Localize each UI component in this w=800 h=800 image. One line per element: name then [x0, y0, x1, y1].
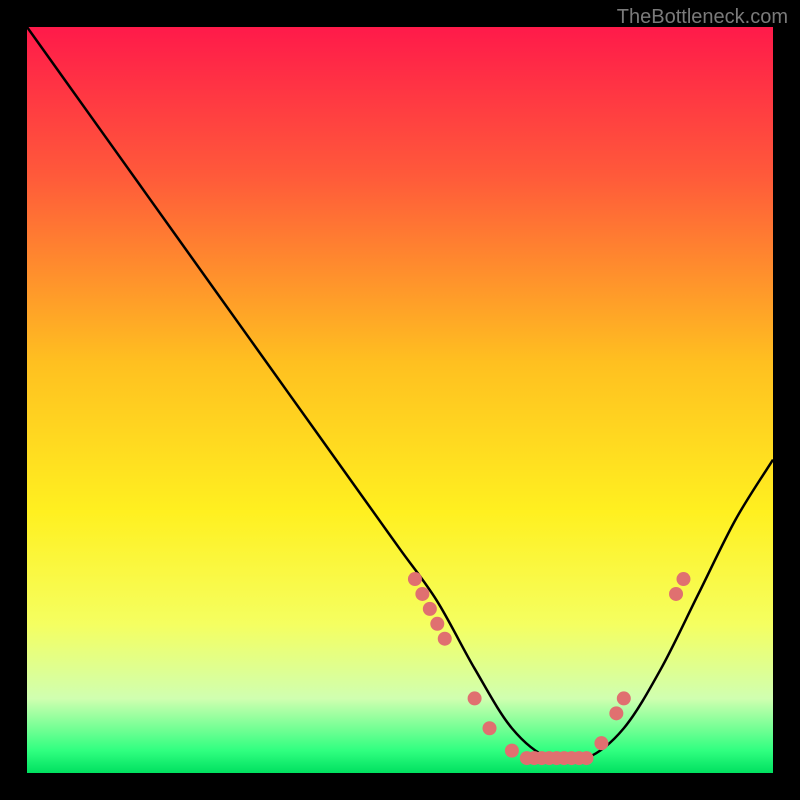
data-marker — [468, 691, 482, 705]
watermark-text: TheBottleneck.com — [617, 6, 788, 29]
bottleneck-curve — [27, 27, 773, 762]
chart-curve-layer — [27, 27, 773, 773]
data-marker — [505, 744, 519, 758]
data-marker — [408, 572, 422, 586]
data-marker — [423, 602, 437, 616]
data-marker — [617, 691, 631, 705]
data-marker — [669, 587, 683, 601]
data-markers — [408, 572, 691, 765]
data-marker — [580, 751, 594, 765]
data-marker — [594, 736, 608, 750]
chart-plot-area — [27, 27, 773, 773]
data-marker — [430, 617, 444, 631]
data-marker — [609, 706, 623, 720]
data-marker — [676, 572, 690, 586]
data-marker — [483, 721, 497, 735]
data-marker — [415, 587, 429, 601]
data-marker — [438, 632, 452, 646]
